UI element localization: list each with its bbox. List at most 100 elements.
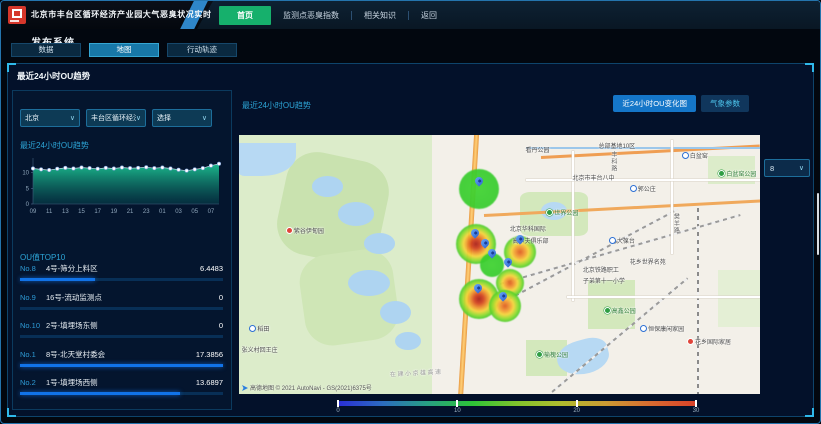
map-label: 恒保康闲家园	[640, 324, 684, 333]
point-name: 4号-筛分上料区	[46, 263, 200, 274]
ou-value: 0	[219, 293, 223, 302]
trend-chart: 0510091113151719212301030507	[15, 154, 227, 222]
svg-text:09: 09	[30, 209, 37, 215]
legend-tick-label: 10	[454, 408, 461, 414]
map-button-1[interactable]: 气象参数	[701, 95, 749, 112]
map-canvas[interactable]: 紫谷伊甸园看丹公园总部基地10区白盆窑白盆窑公园北京市丰台八中郭公庄世界公园北京…	[239, 135, 760, 394]
scrollbar-thumb[interactable]	[817, 193, 819, 255]
app-window: 北京市丰台区循环经济产业园大气恶臭状况实时 首页监测点恶臭指数相关知识返回 发布…	[0, 0, 821, 424]
bar-fill	[20, 392, 180, 395]
trend-chart-title: 最近24小时OU趋势	[20, 140, 89, 151]
rank-label: No.1	[20, 350, 46, 359]
legend-tick-label: 20	[573, 408, 580, 414]
map-label: 白盆窑公园	[718, 169, 756, 178]
map-label: 子弟第十一小学	[583, 276, 625, 285]
panel-corner-accent	[7, 408, 16, 417]
svg-text:05: 05	[191, 209, 198, 215]
svg-text:01: 01	[159, 209, 166, 215]
legend-tick	[576, 400, 578, 407]
map-label: 张义村回王庄	[242, 345, 278, 354]
main-panel: 最近24小时OU趋势 北京∨丰台区循环经济产∨选择∨ 最近24小时OU趋势 05…	[7, 63, 814, 417]
rank-label: No.8	[20, 264, 46, 273]
top10-row: No.18号-北天堂村委会17.3856	[20, 349, 223, 378]
legend-tick	[695, 400, 697, 407]
svg-text:07: 07	[208, 209, 215, 215]
top10-row: No.84号-筛分上料区6.4483	[20, 263, 223, 292]
svg-text:5: 5	[26, 186, 30, 192]
map-attribution: 高德地图 © 2021 AutoNavi - GS(2021)6375号	[242, 383, 372, 392]
map-label: 稻田	[249, 324, 269, 333]
chevron-down-icon: ∨	[799, 164, 804, 172]
svg-text:03: 03	[175, 209, 182, 215]
ou-value: 13.6897	[196, 378, 223, 387]
map-label: 郭公庄	[630, 184, 656, 193]
filter-select-0[interactable]: 北京∨	[20, 109, 80, 127]
point-name: 2号-填埋场东侧	[46, 320, 219, 331]
svg-text:21: 21	[127, 209, 134, 215]
map-label: 北京市丰台八中	[572, 173, 614, 182]
filter-selects: 北京∨ 丰台区循环经济产∨ 选择∨	[20, 109, 212, 127]
ou-value: 17.3856	[196, 350, 223, 359]
map-label: 榆槐公园	[536, 350, 568, 359]
rank-label: No.10	[20, 321, 46, 330]
rank-label: No.2	[20, 378, 46, 387]
panel-corner-accent	[7, 63, 16, 72]
top10-row-line: No.916号-流动监测点0	[20, 292, 223, 303]
view-tab-2[interactable]: 行动轨迹	[167, 43, 237, 57]
nav-item-1[interactable]: 监测点恶臭指数	[283, 10, 339, 21]
svg-text:11: 11	[46, 209, 53, 215]
svg-text:13: 13	[62, 209, 69, 215]
nav-item-3[interactable]: 返回	[421, 10, 437, 21]
nav-item-0[interactable]: 首页	[219, 6, 271, 25]
ou-value: 0	[219, 321, 223, 330]
svg-text:15: 15	[78, 209, 85, 215]
svg-text:17: 17	[94, 209, 101, 215]
legend-tick	[337, 400, 339, 407]
panel-title: 最近24小时OU趋势	[17, 70, 90, 82]
map-label: 北京华科国际	[510, 224, 546, 233]
map-label: 白盆窑	[682, 151, 708, 160]
heat-blob	[459, 169, 499, 209]
top10-row: No.102号-填埋场东侧0	[20, 320, 223, 349]
point-name: 16号-流动监测点	[46, 292, 219, 303]
map-button-0[interactable]: 近24小时OU变化图	[613, 95, 696, 112]
top10-row: No.21号-填埋场西侧13.6897	[20, 377, 223, 406]
top10-title: OU值TOP10	[20, 252, 65, 263]
svg-text:10: 10	[22, 171, 29, 177]
main-nav: 首页 监测点恶臭指数 相关知识 返回	[219, 1, 437, 29]
svg-text:19: 19	[111, 209, 118, 215]
top10-row-line: No.84号-筛分上料区6.4483	[20, 263, 223, 274]
top-header: 北京市丰台区循环经济产业园大气恶臭状况实时 首页 监测点恶臭指数 相关知识 返回	[1, 1, 820, 29]
select-value: 丰台区循环经济产	[91, 113, 136, 123]
map-view-buttons: 近24小时OU变化图气象参数	[613, 95, 749, 112]
top10-row-line: No.21号-填埋场西侧13.6897	[20, 377, 223, 388]
map-section-title: 最近24小时OU趋势	[242, 100, 311, 111]
map-label: 看丹公园	[526, 145, 550, 154]
bar-track	[20, 307, 223, 310]
point-select-value: 8	[770, 164, 774, 173]
map-label: 高鑫公园	[604, 306, 636, 315]
view-tab-0[interactable]: 数据	[11, 43, 81, 57]
rank-label: No.9	[20, 293, 46, 302]
filter-select-1[interactable]: 丰台区循环经济产∨	[86, 109, 146, 127]
point-select[interactable]: 8 ∨	[764, 159, 810, 177]
bar-fill	[20, 364, 223, 367]
legend-gradient	[338, 401, 696, 406]
map-label: 总部基地10区	[598, 141, 635, 150]
legend-tick-label: 30	[693, 408, 700, 414]
select-value: 北京	[25, 113, 39, 123]
nav-separator	[408, 11, 409, 20]
filter-select-2[interactable]: 选择∨	[152, 109, 212, 127]
bar-fill	[20, 278, 95, 281]
bar-track	[20, 278, 223, 281]
bar-track	[20, 392, 223, 395]
view-tab-1[interactable]: 地图	[89, 43, 159, 57]
nav-separator	[351, 11, 352, 20]
map-label: 世界公园	[546, 208, 578, 217]
top10-row-line: No.18号-北天堂村委会17.3856	[20, 349, 223, 360]
top10-row-line: No.102号-填埋场东侧0	[20, 320, 223, 331]
point-name: 1号-填埋场西侧	[46, 377, 196, 388]
app-title: 北京市丰台区循环经济产业园大气恶臭状况实时	[31, 1, 212, 29]
nav-item-2[interactable]: 相关知识	[364, 10, 396, 21]
panel-corner-accent	[805, 63, 814, 72]
